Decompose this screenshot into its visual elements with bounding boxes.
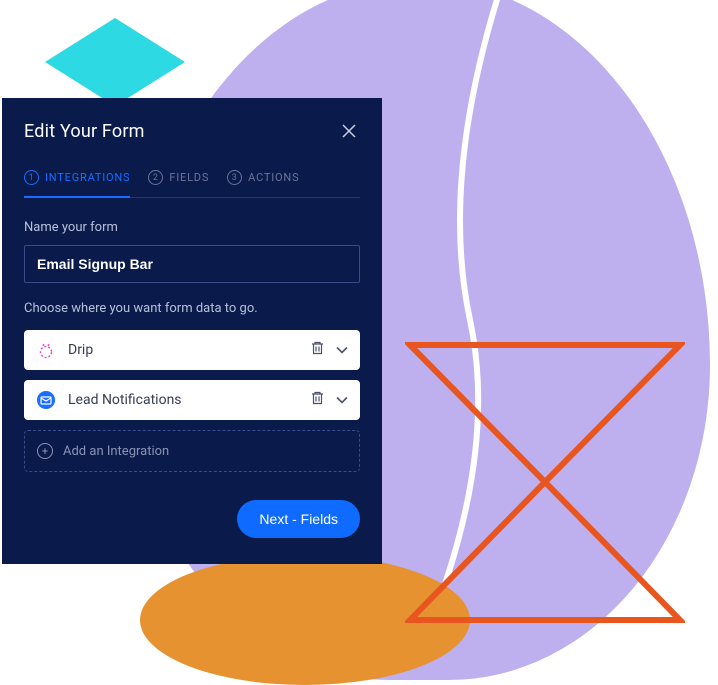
tab-fields[interactable]: 2 FIELDS	[148, 170, 209, 197]
tab-num: 2	[148, 170, 163, 185]
integration-label: Drip	[68, 342, 299, 358]
tab-actions[interactable]: 3 ACTIONS	[227, 170, 299, 197]
expand-button[interactable]	[336, 342, 348, 358]
bg-cyan-diamond	[45, 18, 185, 106]
trash-icon	[311, 341, 324, 355]
delete-button[interactable]	[311, 341, 324, 359]
tabs: 1 INTEGRATIONS 2 FIELDS 3 ACTIONS	[24, 170, 360, 198]
edit-form-modal: Edit Your Form 1 INTEGRATIONS 2 FIELDS 3…	[2, 98, 382, 564]
tab-label: ACTIONS	[248, 171, 299, 184]
tab-num: 1	[24, 170, 39, 185]
next-button[interactable]: Next - Fields	[237, 500, 360, 538]
expand-button[interactable]	[336, 392, 348, 408]
tab-integrations[interactable]: 1 INTEGRATIONS	[24, 170, 130, 197]
name-label: Name your form	[24, 220, 360, 235]
chevron-down-icon	[336, 396, 348, 404]
tab-label: FIELDS	[169, 171, 209, 184]
tab-num: 3	[227, 170, 242, 185]
trash-icon	[311, 391, 324, 405]
form-name-input[interactable]	[24, 245, 360, 283]
integration-row[interactable]: Drip	[24, 330, 360, 370]
integration-label: Lead Notifications	[68, 392, 299, 408]
tab-label: INTEGRATIONS	[45, 171, 130, 184]
integration-row[interactable]: Lead Notifications	[24, 380, 360, 420]
plus-icon: +	[37, 443, 53, 459]
chevron-down-icon	[336, 346, 348, 354]
add-integration-label: Add an Integration	[63, 444, 169, 459]
mail-icon	[36, 390, 56, 410]
bg-hourglass	[405, 340, 685, 625]
modal-title: Edit Your Form	[24, 121, 145, 142]
delete-button[interactable]	[311, 391, 324, 409]
drip-icon	[36, 340, 56, 360]
choose-text: Choose where you want form data to go.	[24, 301, 360, 316]
modal-header: Edit Your Form	[24, 120, 360, 142]
close-button[interactable]	[338, 120, 360, 142]
modal-footer: Next - Fields	[24, 500, 360, 538]
add-integration-button[interactable]: + Add an Integration	[24, 430, 360, 472]
close-icon	[342, 124, 356, 138]
